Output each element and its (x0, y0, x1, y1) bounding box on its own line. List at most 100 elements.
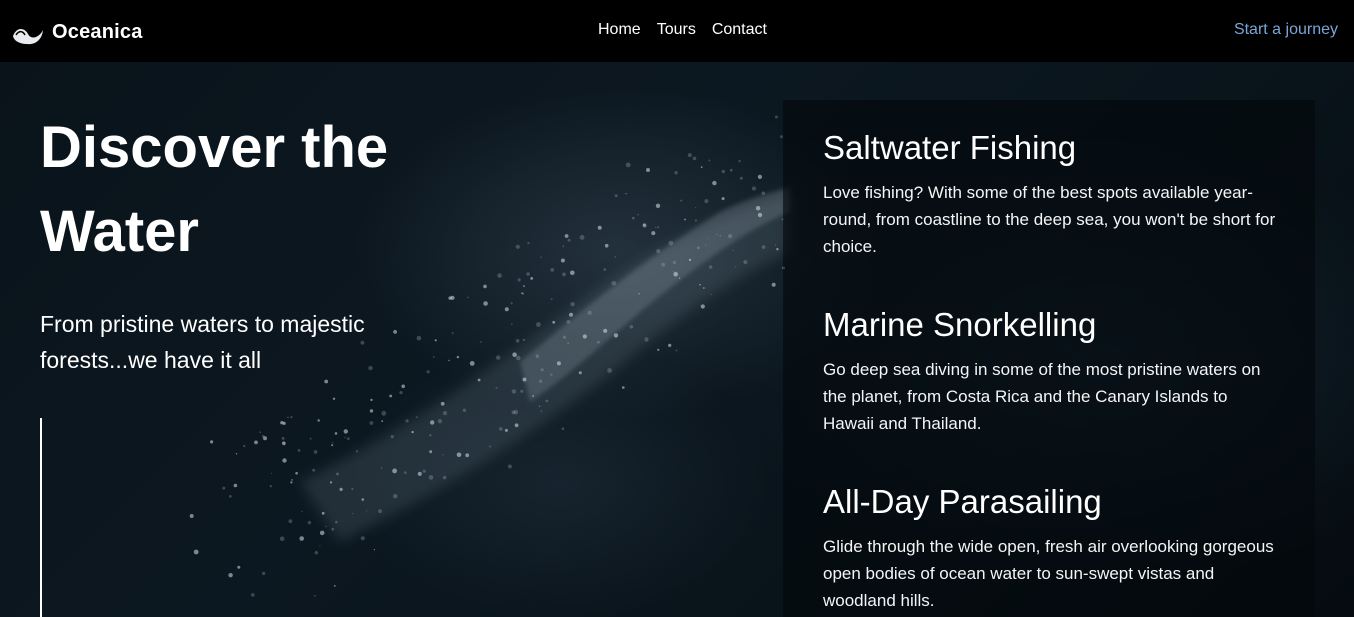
spray-dot (282, 441, 286, 445)
start-journey-link[interactable]: Start a journey (1234, 21, 1338, 39)
spray-dot (668, 240, 674, 246)
spray-dot (496, 355, 501, 360)
brand-name: Oceanica (52, 20, 143, 43)
spray-dot (297, 449, 301, 452)
spray-dot (313, 594, 316, 597)
spray-dot (646, 168, 650, 172)
spray-dot (674, 171, 678, 175)
feature-marine-snorkelling: Marine Snorkelling Go deep sea diving in… (823, 305, 1283, 437)
nav-links: Home Tours Contact (598, 21, 767, 39)
spray-dot (700, 304, 705, 309)
spray-dot (499, 427, 503, 431)
spray-dot (603, 268, 607, 271)
spray-dot (411, 430, 414, 434)
spray-dot (312, 468, 316, 472)
spray-dot (522, 377, 527, 382)
spray-dot (739, 176, 743, 180)
spray-dot (651, 231, 656, 236)
spray-dot (564, 234, 569, 238)
spray-dot (688, 258, 692, 262)
spray-dot (638, 293, 640, 295)
spray-dot (281, 436, 285, 440)
spray-dot (751, 186, 757, 191)
spray-dot (550, 298, 553, 300)
spray-dot (510, 302, 513, 305)
spray-dot (483, 284, 487, 289)
spray-dot (721, 197, 725, 201)
spray-dot (603, 328, 608, 333)
spray-dot (704, 287, 706, 289)
spray-dot (532, 395, 534, 397)
spray-dot (269, 485, 272, 488)
spray-dot (389, 394, 393, 398)
spray-dot (513, 409, 519, 415)
spray-dot (657, 226, 660, 229)
spray-dot (324, 379, 329, 384)
spray-dot (687, 153, 692, 158)
spray-dot (625, 193, 627, 195)
spray-dot (761, 245, 766, 250)
spray-dot (352, 512, 354, 515)
spray-dot (483, 301, 488, 306)
spray-dot (536, 322, 541, 327)
spray-dot (708, 159, 711, 162)
spray-dot (480, 341, 482, 343)
feature-description: Go deep sea diving in some of the most p… (823, 360, 1261, 433)
spray-dot (707, 237, 709, 239)
spray-dot (552, 320, 556, 324)
spray-dot (380, 467, 383, 470)
spray-dot (668, 343, 672, 347)
spray-dot (456, 355, 460, 359)
spray-dot (437, 419, 443, 424)
feature-title: Marine Snorkelling (823, 306, 1097, 343)
spray-dot (319, 545, 321, 547)
spray-dot (434, 339, 437, 342)
spray-dot (696, 246, 700, 250)
feature-title: All-Day Parasailing (823, 483, 1102, 520)
spray-dot (448, 359, 450, 362)
spray-dot (642, 223, 647, 228)
brand-logo[interactable]: Oceanica (11, 18, 143, 46)
spray-dot (282, 458, 287, 463)
spray-dot (562, 272, 566, 277)
spray-dot (287, 416, 289, 419)
spray-dot (346, 437, 350, 440)
spray-dot (299, 536, 305, 541)
spray-dot (625, 162, 631, 168)
spray-dot (672, 260, 677, 264)
nav-link-contact[interactable]: Contact (712, 21, 767, 39)
nav-link-home[interactable]: Home (598, 21, 641, 39)
spray-dot (259, 431, 262, 434)
spray-dot (477, 378, 481, 382)
nav-link-tours[interactable]: Tours (657, 21, 696, 39)
spray-dot (343, 429, 348, 434)
spray-dot (378, 509, 382, 514)
feature-title: Saltwater Fishing (823, 129, 1077, 166)
spray-dot (290, 481, 293, 484)
spray-dot (515, 244, 520, 249)
spray-dot (193, 549, 199, 555)
spray-dot (507, 464, 512, 469)
spray-dot (381, 420, 384, 422)
spray-dot (430, 420, 435, 425)
spray-dot (280, 421, 284, 425)
spray-dot (469, 361, 475, 366)
spray-dot (582, 334, 587, 339)
spray-dot (489, 445, 492, 448)
spray-dot (243, 444, 246, 448)
spray-dot (556, 361, 561, 366)
spray-dot (774, 115, 778, 119)
spray-dot (614, 256, 617, 258)
spray-dot (716, 233, 718, 235)
spray-dot (428, 475, 434, 480)
spray-dot (307, 520, 312, 525)
spray-dot (657, 348, 660, 351)
spray-dot (614, 194, 618, 198)
spray-dot (684, 218, 686, 221)
spray-dot (704, 199, 709, 204)
spray-dot (539, 405, 541, 407)
spray-dot (710, 293, 712, 296)
spray-dot (360, 536, 365, 541)
spray-dot (210, 440, 214, 444)
spray-dot (309, 437, 312, 440)
